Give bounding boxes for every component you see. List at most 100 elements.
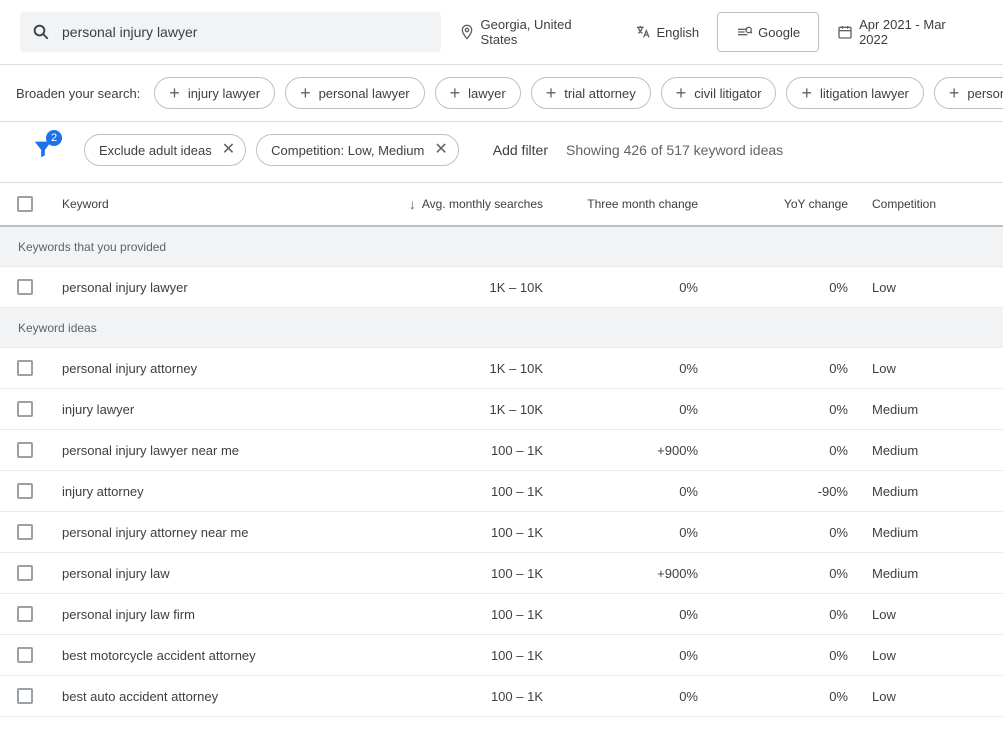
column-searches[interactable]: ↓ Avg. monthly searches xyxy=(350,196,555,212)
broaden-chip[interactable]: +trial attorney xyxy=(531,77,651,109)
column-three-month[interactable]: Three month change xyxy=(555,197,710,211)
translate-icon xyxy=(635,24,651,40)
cell-competition: Medium xyxy=(860,402,1000,417)
cell-competition: Low xyxy=(860,280,1000,295)
broaden-chip-label: personal lawyer xyxy=(319,86,410,101)
cell-searches: 100 – 1K xyxy=(350,484,555,499)
broaden-chip[interactable]: +injury lawyer xyxy=(154,77,275,109)
table-row[interactable]: personal injury law100 – 1K+900%0%Medium xyxy=(0,553,1003,594)
broaden-chip-label: civil litigator xyxy=(694,86,761,101)
cell-keyword: personal injury law firm xyxy=(50,607,350,622)
table-row[interactable]: injury lawyer1K – 10K0%0%Medium xyxy=(0,389,1003,430)
result-count-text: Showing 426 of 517 keyword ideas xyxy=(566,142,783,158)
table-row[interactable]: best motorcycle accident attorney100 – 1… xyxy=(0,635,1003,676)
cell-competition: Medium xyxy=(860,525,1000,540)
language-text: English xyxy=(657,25,700,40)
column-keyword[interactable]: Keyword xyxy=(50,197,350,211)
cell-three-month: 0% xyxy=(555,484,710,499)
cell-yoy: -90% xyxy=(710,484,860,499)
cell-keyword: personal injury attorney xyxy=(50,361,350,376)
table-row[interactable]: personal injury lawyer1K – 10K0%0%Low xyxy=(0,267,1003,308)
keyword-table: Keyword ↓ Avg. monthly searches Three mo… xyxy=(0,183,1003,717)
cell-searches: 100 – 1K xyxy=(350,566,555,581)
cell-keyword: personal injury lawyer xyxy=(50,280,350,295)
cell-keyword: best auto accident attorney xyxy=(50,689,350,704)
broaden-chip-label: injury lawyer xyxy=(188,86,260,101)
calendar-icon xyxy=(837,24,853,40)
row-checkbox[interactable] xyxy=(17,688,33,704)
broaden-chip-label: trial attorney xyxy=(564,86,636,101)
cell-competition: Low xyxy=(860,689,1000,704)
broaden-chip[interactable]: +litigation lawyer xyxy=(786,77,923,109)
row-checkbox[interactable] xyxy=(17,647,33,663)
cell-competition: Medium xyxy=(860,484,1000,499)
cell-keyword: personal injury law xyxy=(50,566,350,581)
cell-three-month: 0% xyxy=(555,648,710,663)
cell-yoy: 0% xyxy=(710,566,860,581)
broaden-chip-label: litigation lawyer xyxy=(820,86,909,101)
broaden-chip-label: personal injury xyxy=(967,86,1003,101)
cell-three-month: +900% xyxy=(555,566,710,581)
search-icon xyxy=(32,23,50,41)
location-text: Georgia, United States xyxy=(481,17,609,47)
cell-yoy: 0% xyxy=(710,402,860,417)
broaden-chip[interactable]: +civil litigator xyxy=(661,77,777,109)
cell-keyword: injury attorney xyxy=(50,484,350,499)
broaden-chip[interactable]: +lawyer xyxy=(435,77,521,109)
row-checkbox[interactable] xyxy=(17,360,33,376)
language-selector[interactable]: English xyxy=(627,12,708,52)
applied-filter-chip[interactable]: Competition: Low, Medium✕ xyxy=(256,134,459,166)
select-all-checkbox[interactable] xyxy=(17,196,33,212)
applied-filter-chip[interactable]: Exclude adult ideas✕ xyxy=(84,134,246,166)
network-text: Google xyxy=(758,25,800,40)
section-provided: Keywords that you provided xyxy=(0,227,1003,267)
cell-yoy: 0% xyxy=(710,280,860,295)
broaden-chip[interactable]: +personal lawyer xyxy=(285,77,425,109)
cell-keyword: best motorcycle accident attorney xyxy=(50,648,350,663)
table-row[interactable]: personal injury law firm100 – 1K0%0%Low xyxy=(0,594,1003,635)
cell-searches: 100 – 1K xyxy=(350,443,555,458)
search-box[interactable] xyxy=(20,12,441,52)
row-checkbox[interactable] xyxy=(17,483,33,499)
cell-searches: 100 – 1K xyxy=(350,607,555,622)
cell-keyword: personal injury attorney near me xyxy=(50,525,350,540)
sort-arrow-down-icon: ↓ xyxy=(409,196,416,212)
filter-chip-label: Competition: Low, Medium xyxy=(271,143,424,158)
broaden-chip-label: lawyer xyxy=(468,86,506,101)
cell-searches: 100 – 1K xyxy=(350,525,555,540)
cell-three-month: 0% xyxy=(555,402,710,417)
add-filter-button[interactable]: Add filter xyxy=(493,142,548,158)
network-icon xyxy=(736,24,752,40)
row-checkbox[interactable] xyxy=(17,401,33,417)
cell-searches: 100 – 1K xyxy=(350,648,555,663)
cell-yoy: 0% xyxy=(710,525,860,540)
row-checkbox[interactable] xyxy=(17,279,33,295)
filter-funnel-button[interactable]: 2 xyxy=(32,138,54,163)
cell-competition: Low xyxy=(860,648,1000,663)
column-competition[interactable]: Competition xyxy=(860,197,1000,211)
cell-competition: Medium xyxy=(860,443,1000,458)
table-row[interactable]: personal injury attorney near me100 – 1K… xyxy=(0,512,1003,553)
table-row[interactable]: personal injury attorney1K – 10K0%0%Low xyxy=(0,348,1003,389)
search-input[interactable] xyxy=(60,23,429,41)
filter-chip-label: Exclude adult ideas xyxy=(99,143,212,158)
row-checkbox[interactable] xyxy=(17,524,33,540)
date-range-selector[interactable]: Apr 2021 - Mar 2022 xyxy=(829,12,983,52)
table-row[interactable]: personal injury lawyer near me100 – 1K+9… xyxy=(0,430,1003,471)
location-selector[interactable]: Georgia, United States xyxy=(451,12,617,52)
cell-keyword: personal injury lawyer near me xyxy=(50,443,350,458)
row-checkbox[interactable] xyxy=(17,565,33,581)
table-row[interactable]: best auto accident attorney100 – 1K0%0%L… xyxy=(0,676,1003,717)
cell-competition: Medium xyxy=(860,566,1000,581)
column-yoy[interactable]: YoY change xyxy=(710,197,860,211)
cell-yoy: 0% xyxy=(710,361,860,376)
table-row[interactable]: injury attorney100 – 1K0%-90%Medium xyxy=(0,471,1003,512)
section-ideas: Keyword ideas xyxy=(0,308,1003,348)
row-checkbox[interactable] xyxy=(17,442,33,458)
cell-three-month: 0% xyxy=(555,525,710,540)
row-checkbox[interactable] xyxy=(17,606,33,622)
cell-three-month: +900% xyxy=(555,443,710,458)
table-header-row: Keyword ↓ Avg. monthly searches Three mo… xyxy=(0,183,1003,227)
broaden-chip[interactable]: +personal injury xyxy=(934,77,1003,109)
network-selector[interactable]: Google xyxy=(717,12,819,52)
